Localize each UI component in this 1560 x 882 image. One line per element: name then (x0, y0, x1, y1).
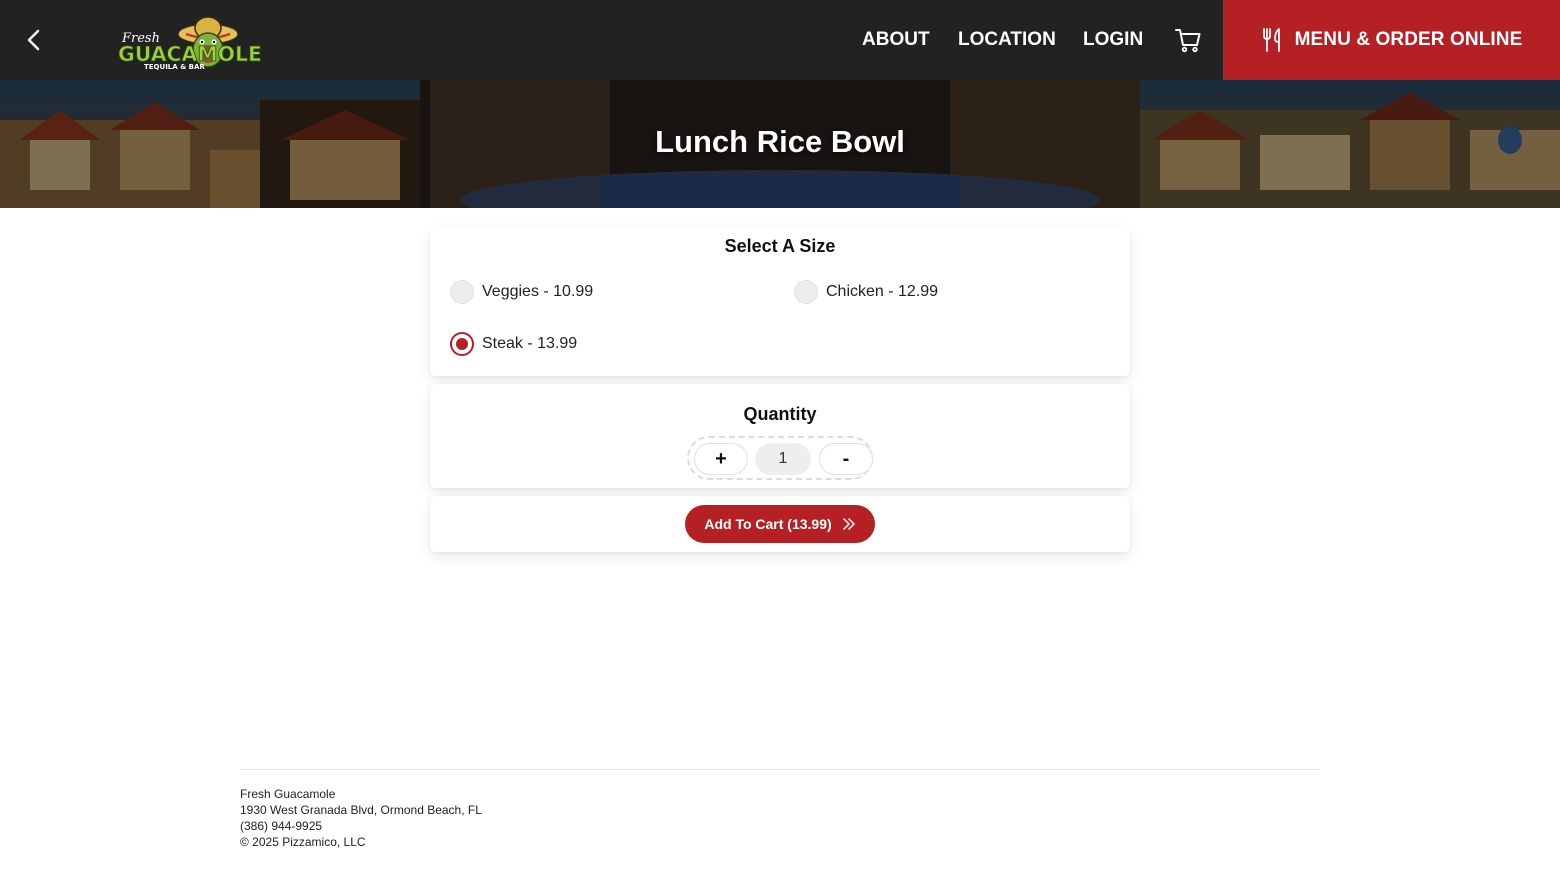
add-to-cart-card: Add To Cart (13.99) (430, 496, 1130, 552)
page-title: Lunch Rice Bowl (655, 124, 905, 159)
footer-phone: (386) 944-9925 (240, 819, 323, 833)
radio-button[interactable] (450, 280, 474, 304)
footer: Fresh Guacamole 1930 West Granada Blvd, … (240, 786, 482, 850)
size-option-steak[interactable]: Steak - 13.99 (450, 332, 577, 356)
nav-link-about[interactable]: ABOUT (862, 29, 930, 51)
size-option-label: Chicken - 12.99 (826, 283, 939, 300)
size-selection-card: Select A Size Veggies - 10.99 Chicken - … (430, 226, 1130, 376)
quantity-increase-button[interactable]: + (694, 443, 748, 475)
logo-image: Fresh GUACAMOLE TEQUILA & BAR (118, 16, 262, 71)
add-to-cart-button[interactable]: Add To Cart (13.99) (685, 505, 875, 543)
menu-order-online-label: MENU & ORDER ONLINE (1294, 29, 1523, 50)
restaurant-logo[interactable]: Fresh GUACAMOLE TEQUILA & BAR (116, 12, 266, 72)
add-to-cart-label: Add To Cart (13.99) (704, 516, 832, 532)
fork-knife-icon (1262, 28, 1280, 52)
footer-restaurant-name: Fresh Guacamole (240, 787, 336, 801)
nav-link-location[interactable]: LOCATION (958, 29, 1056, 51)
quantity-stepper: + 1 - (687, 436, 873, 480)
nav-link-login[interactable]: LOGIN (1083, 29, 1143, 51)
footer-copyright: © 2025 Pizzamico, LLC (240, 835, 366, 849)
quantity-value[interactable]: 1 (755, 443, 811, 475)
quantity-decrease-button[interactable]: - (819, 443, 873, 475)
top-navigation-bar: Fresh GUACAMOLE TEQUILA & BAR ABOUT LOCA… (0, 0, 1560, 80)
cart-icon (1175, 29, 1201, 53)
cart-button[interactable] (1172, 24, 1204, 56)
back-button[interactable] (18, 24, 50, 56)
footer-address: 1930 West Granada Blvd, Ormond Beach, FL (240, 803, 482, 817)
quantity-section-title: Quantity (743, 404, 817, 424)
svg-text:TEQUILA & BAR: TEQUILA & BAR (144, 63, 205, 71)
size-option-label: Veggies - 10.99 (482, 283, 594, 300)
radio-button[interactable] (794, 280, 818, 304)
nav-item-login: LOGIN (1083, 0, 1143, 80)
size-option-label: Steak - 13.99 (482, 335, 578, 352)
quantity-card: Quantity + 1 - (430, 384, 1130, 488)
menu-order-online-button[interactable]: MENU & ORDER ONLINE (1223, 0, 1560, 80)
nav-item-about: ABOUT (862, 0, 930, 80)
footer-divider (240, 769, 1320, 770)
radio-button-selected[interactable] (450, 332, 474, 356)
size-option-chicken[interactable]: Chicken - 12.99 (794, 280, 938, 304)
hero-banner: Lunch Rice Bowl (0, 80, 1560, 208)
double-chevron-right-icon (842, 518, 855, 530)
nav-item-location: LOCATION (958, 0, 1056, 80)
size-option-veggies[interactable]: Veggies - 10.99 (450, 280, 593, 304)
size-section-title: Select A Size (724, 236, 836, 256)
chevron-left-icon (27, 29, 40, 51)
